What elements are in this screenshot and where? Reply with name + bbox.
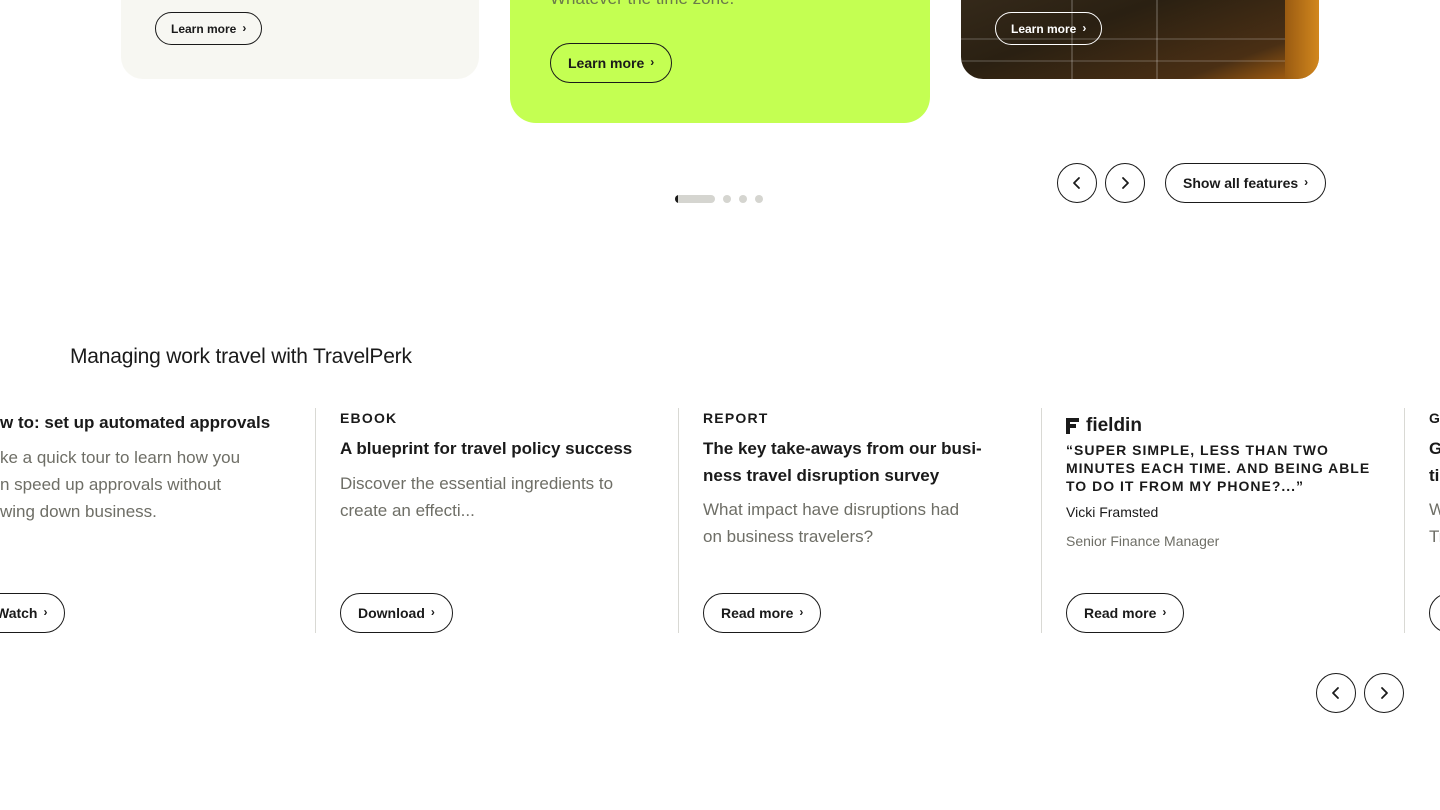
chevron-right-icon bbox=[1122, 177, 1129, 189]
learn-more-button[interactable]: Learn more › bbox=[550, 43, 673, 83]
chevron-right-icon: › bbox=[650, 55, 655, 69]
chevron-right-icon: › bbox=[799, 605, 804, 619]
chevron-right-icon: › bbox=[1082, 20, 1087, 35]
resource-description: W Tr bbox=[1429, 496, 1440, 550]
description-line: Discover the essential ingredients to bbox=[340, 474, 614, 493]
resource-description: What impact have disruptions had on busi… bbox=[703, 496, 959, 550]
description-line: W bbox=[1429, 500, 1440, 519]
quote-line: MINUTES EACH TIME. AND BEING ABLE bbox=[1066, 460, 1371, 476]
pagination-dot[interactable] bbox=[755, 195, 763, 203]
carousel-prev-button[interactable] bbox=[1057, 163, 1097, 203]
description-line: wing down business. bbox=[0, 502, 157, 521]
download-button[interactable]: Download › bbox=[340, 593, 453, 633]
pagination-dot[interactable] bbox=[723, 195, 731, 203]
chevron-right-icon: › bbox=[1162, 605, 1167, 619]
feature-card-text: Whatever the time zone. bbox=[550, 0, 734, 9]
chevron-left-icon bbox=[1332, 687, 1339, 699]
description-line: on business travelers? bbox=[703, 527, 874, 546]
description-line: What impact have disruptions had bbox=[703, 500, 960, 519]
feature-card-photo: Learn more › bbox=[961, 0, 1319, 79]
title-line: The key take-aways from our busi- bbox=[703, 439, 982, 458]
resource-description: ke a quick tour to learn how you n speed… bbox=[0, 444, 240, 525]
testimonial-role: Senior Finance Manager bbox=[1066, 533, 1220, 549]
title-line: ness travel disruption survey bbox=[703, 466, 940, 485]
resource-kicker: G bbox=[1429, 410, 1440, 426]
read-more-label: Read more bbox=[721, 605, 794, 621]
title-line: ti bbox=[1429, 466, 1440, 485]
watch-label: Watch bbox=[0, 605, 38, 621]
testimonial-quote: “SUPER SIMPLE, LESS THAN TWO MINUTES EAC… bbox=[1066, 441, 1370, 495]
chevron-right-icon: › bbox=[242, 20, 247, 35]
pagination-dot-active[interactable] bbox=[675, 195, 715, 203]
quote-line: “SUPER SIMPLE, LESS THAN TWO bbox=[1066, 442, 1329, 458]
learn-more-label: Learn more bbox=[1011, 21, 1077, 36]
fieldin-logo-icon bbox=[1066, 418, 1079, 434]
learn-more-button[interactable]: Learn more › bbox=[155, 12, 263, 45]
chevron-right-icon: › bbox=[430, 605, 435, 619]
column-divider bbox=[678, 408, 679, 633]
testimonial-person: Vicki Framsted bbox=[1066, 504, 1159, 520]
read-more-label: Read more bbox=[1084, 605, 1157, 621]
column-divider bbox=[1041, 408, 1042, 633]
description-line: Tr bbox=[1429, 527, 1440, 546]
feature-card-left: Learn more › bbox=[121, 0, 479, 79]
chevron-right-icon bbox=[1381, 687, 1388, 699]
chevron-right-icon: › bbox=[1304, 175, 1309, 189]
partial-button[interactable] bbox=[1429, 593, 1440, 633]
learn-more-label: Learn more bbox=[171, 21, 237, 36]
learn-more-label: Learn more bbox=[568, 55, 645, 71]
description-line: create an effecti... bbox=[340, 501, 475, 520]
resource-title: w to: set up automated approvals bbox=[0, 413, 271, 432]
resource-kicker: EBOOK bbox=[340, 410, 398, 426]
title-line: G bbox=[1429, 439, 1440, 458]
resource-title: The key take-aways from our busi- ness t… bbox=[703, 435, 982, 489]
description-line: ke a quick tour to learn how you bbox=[0, 448, 241, 467]
learn-more-button[interactable]: Learn more › bbox=[995, 12, 1103, 45]
resource-description: Discover the essential ingredients to cr… bbox=[340, 470, 613, 524]
feature-card-highlight: Whatever the time zone. Learn more › bbox=[510, 0, 930, 123]
chevron-left-icon bbox=[1073, 177, 1080, 189]
partial-button-clip bbox=[1429, 593, 1440, 633]
download-label: Download bbox=[358, 605, 425, 621]
read-more-button[interactable]: Read more › bbox=[1066, 593, 1185, 633]
photo-detail bbox=[961, 60, 1285, 62]
column-divider bbox=[1404, 408, 1405, 633]
resources-prev-button[interactable] bbox=[1316, 673, 1356, 713]
show-all-features-label: Show all features bbox=[1183, 175, 1299, 191]
photo-detail bbox=[1285, 0, 1319, 79]
chevron-right-icon: › bbox=[43, 605, 48, 619]
quote-line: TO DO IT FROM MY PHONE?...” bbox=[1066, 478, 1305, 494]
pagination-dot[interactable] bbox=[739, 195, 747, 203]
fieldin-logo: fieldin bbox=[1066, 415, 1142, 437]
resource-kicker: REPORT bbox=[703, 410, 769, 426]
resource-title: A blueprint for travel policy success bbox=[340, 439, 633, 458]
carousel-next-button[interactable] bbox=[1105, 163, 1145, 203]
carousel-pagination bbox=[675, 195, 763, 203]
read-more-button[interactable]: Read more › bbox=[703, 593, 822, 633]
resources-next-button[interactable] bbox=[1364, 673, 1404, 713]
section-title: Managing work travel with TravelPerk bbox=[70, 345, 412, 368]
column-divider bbox=[315, 408, 316, 633]
resource-title: G ti bbox=[1429, 435, 1440, 489]
watch-button[interactable]: Watch › bbox=[0, 593, 66, 633]
description-line: n speed up approvals without bbox=[0, 475, 222, 494]
fieldin-logo-text: fieldin bbox=[1086, 415, 1142, 436]
show-all-features-button[interactable]: Show all features › bbox=[1165, 163, 1327, 203]
